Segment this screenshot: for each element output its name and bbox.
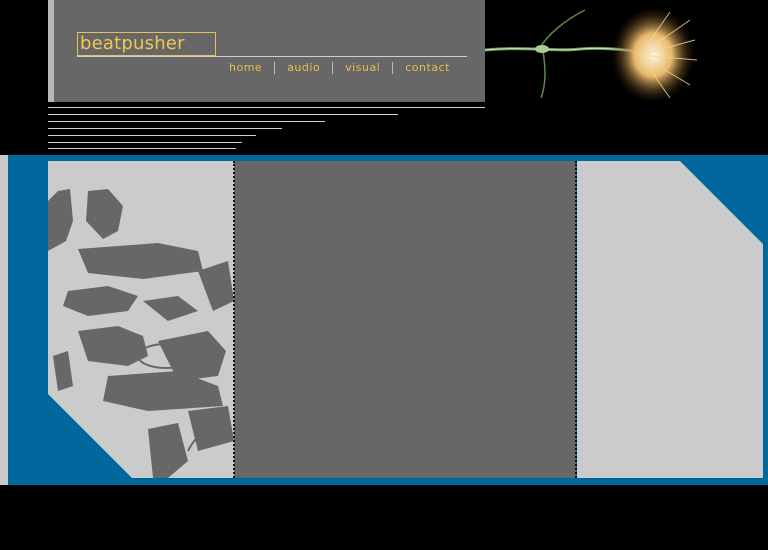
dj-turntable-photo (48, 161, 234, 478)
nav-audio-link[interactable]: audio (287, 61, 320, 75)
divider-line (48, 135, 256, 136)
nav-home-link[interactable]: home (229, 61, 262, 75)
nav-contact-link[interactable]: contact (405, 61, 450, 75)
divider-line (48, 128, 282, 129)
band-edge (0, 155, 8, 485)
nav-separator (332, 62, 334, 74)
header-edge (48, 0, 54, 102)
nav-visual-link[interactable]: visual (345, 61, 380, 75)
main-nav: home audio visual contact (229, 61, 450, 75)
header-rule (77, 56, 467, 57)
site-logo[interactable]: beatpusher (77, 32, 216, 56)
divider-line (48, 114, 398, 115)
right-sidebar-panel (577, 161, 763, 478)
divider-line (48, 121, 325, 122)
dandelion-flower-image (485, 7, 698, 103)
nav-separator (274, 62, 276, 74)
main-content-panel (234, 161, 576, 478)
divider-line (48, 107, 485, 108)
divider-line (48, 148, 236, 149)
nav-separator (392, 62, 394, 74)
divider-line (48, 142, 242, 143)
dotted-divider (233, 161, 235, 478)
